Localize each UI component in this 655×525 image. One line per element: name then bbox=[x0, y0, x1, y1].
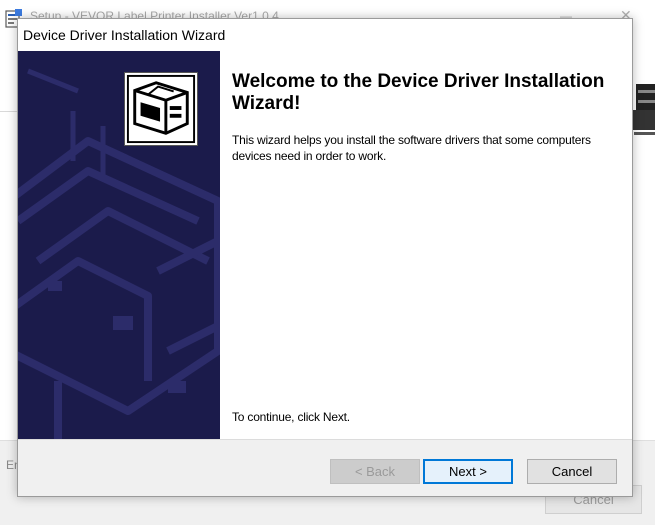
wizard-side-panel bbox=[18, 51, 220, 439]
device-driver-wizard-dialog: Device Driver Installation Wizard Welcom… bbox=[17, 18, 633, 497]
cancel-button[interactable]: Cancel bbox=[527, 459, 617, 484]
dialog-button-bar: < Back Next > Cancel bbox=[18, 439, 632, 496]
wizard-content: Welcome to the Device Driver Installatio… bbox=[220, 51, 632, 439]
continue-instruction: To continue, click Next. bbox=[232, 410, 350, 424]
next-button[interactable]: Next > bbox=[423, 459, 513, 484]
dialog-title: Device Driver Installation Wizard bbox=[23, 27, 226, 43]
hardware-wizard-icon bbox=[124, 72, 198, 146]
welcome-heading: Welcome to the Device Driver Installatio… bbox=[232, 71, 605, 114]
welcome-description: This wizard helps you install the softwa… bbox=[232, 133, 591, 163]
printer-icon bbox=[632, 84, 655, 135]
dialog-title-bar[interactable]: Device Driver Installation Wizard bbox=[18, 19, 632, 51]
back-button[interactable]: < Back bbox=[330, 459, 420, 484]
